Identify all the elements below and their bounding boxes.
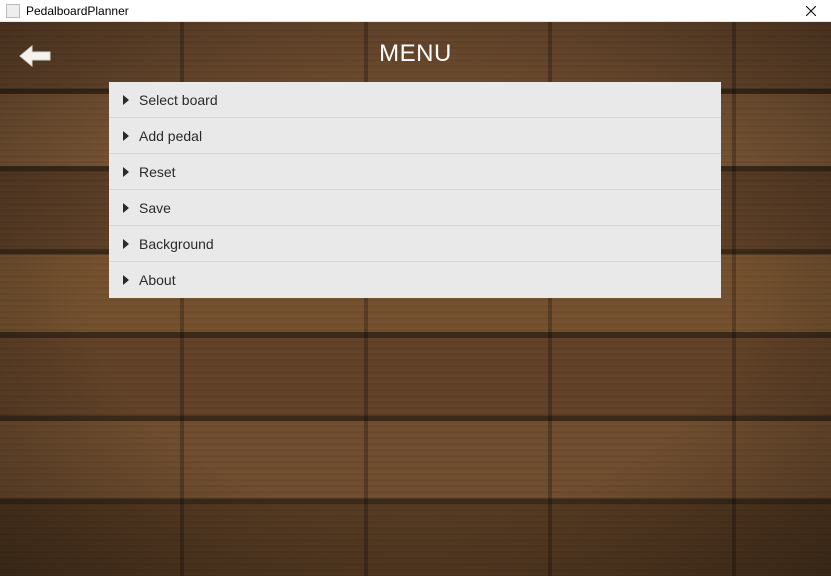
- menu-item-label: Background: [139, 236, 214, 252]
- menu-panel: Select board Add pedal Reset Save Backgr: [109, 82, 721, 298]
- window-title: PedalboardPlanner: [26, 4, 129, 18]
- window-titlebar: PedalboardPlanner: [0, 0, 831, 22]
- menu-item-reset[interactable]: Reset: [109, 154, 721, 190]
- menu-item-label: Save: [139, 200, 171, 216]
- menu-item-label: Reset: [139, 164, 176, 180]
- page-title: MENU: [0, 40, 831, 68]
- menu-item-label: Add pedal: [139, 128, 202, 144]
- menu-item-add-pedal[interactable]: Add pedal: [109, 118, 721, 154]
- menu-item-background[interactable]: Background: [109, 226, 721, 262]
- chevron-right-icon: [119, 203, 133, 213]
- menu-item-label: About: [139, 272, 176, 288]
- chevron-right-icon: [119, 239, 133, 249]
- chevron-right-icon: [119, 275, 133, 285]
- menu-item-save[interactable]: Save: [109, 190, 721, 226]
- app-body: MENU Select board Add pedal Reset Save: [0, 22, 831, 576]
- close-icon: [806, 6, 816, 16]
- window-close-button[interactable]: [791, 0, 831, 22]
- chevron-right-icon: [119, 95, 133, 105]
- chevron-right-icon: [119, 167, 133, 177]
- menu-item-about[interactable]: About: [109, 262, 721, 298]
- app-icon: [6, 4, 20, 18]
- chevron-right-icon: [119, 131, 133, 141]
- menu-item-label: Select board: [139, 92, 218, 108]
- menu-item-select-board[interactable]: Select board: [109, 82, 721, 118]
